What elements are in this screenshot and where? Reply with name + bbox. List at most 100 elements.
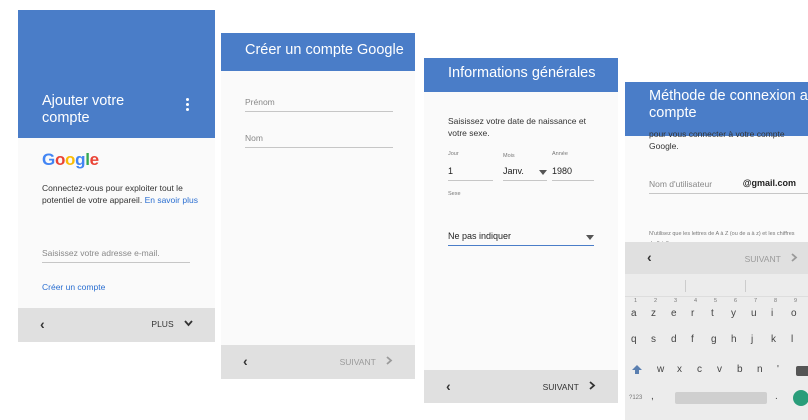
chevron-down-icon <box>184 320 193 327</box>
day-value: 1 <box>448 166 454 176</box>
page-title: Informations générales <box>448 65 596 81</box>
key-letter: o <box>791 308 797 319</box>
key-z[interactable]: 2z <box>651 296 665 326</box>
first-name-field[interactable]: Prénom <box>245 97 393 112</box>
key-row-1: 1a 2z 3e 4r 5t 6y 7u 8i 9o <box>625 296 808 326</box>
email-field[interactable]: Saisissez votre adresse e-mail. <box>42 248 190 263</box>
key-c[interactable]: c <box>697 364 702 375</box>
key-r[interactable]: 4r <box>691 296 705 326</box>
key-x[interactable]: x <box>677 364 682 375</box>
key-j[interactable]: j <box>751 334 753 345</box>
key-comma[interactable]: , <box>651 391 654 402</box>
key-l[interactable]: l <box>791 334 793 345</box>
year-label: Année <box>552 151 568 157</box>
symbols-key[interactable]: ?123 <box>629 395 642 401</box>
app-bar: Informations générales <box>424 58 618 92</box>
key-k[interactable]: k <box>771 334 776 345</box>
dropdown-icon <box>586 235 594 240</box>
gender-select[interactable]: Ne pas indiquer <box>448 231 594 246</box>
backspace-icon[interactable] <box>796 366 808 376</box>
next-button[interactable]: SUIVANT <box>543 381 596 392</box>
next-button[interactable]: SUIVANT <box>745 253 798 264</box>
key-w[interactable]: w <box>657 364 664 375</box>
suggestion-strip <box>625 274 808 297</box>
enter-icon[interactable] <box>793 390 808 406</box>
back-button[interactable]: ‹ <box>243 353 248 369</box>
first-name-placeholder: Prénom <box>245 97 275 107</box>
next-label: SUIVANT <box>744 254 781 264</box>
key-letter: u <box>751 308 757 319</box>
screen-add-account: Ajouter votre compte Google Connectez-vo… <box>18 10 215 342</box>
page-title: Méthode de connexion au compte <box>649 88 808 121</box>
key-s[interactable]: s <box>651 334 656 345</box>
key-h[interactable]: h <box>731 334 737 345</box>
key-num: 2 <box>654 298 658 304</box>
email-placeholder: Saisissez votre adresse e-mail. <box>42 248 160 258</box>
key-num: 5 <box>714 298 718 304</box>
key-i[interactable]: 8i <box>771 296 785 326</box>
key-f[interactable]: f <box>691 334 694 345</box>
key-num: 1 <box>634 298 638 304</box>
create-account-link[interactable]: Créer un compte <box>42 281 105 293</box>
key-apostrophe[interactable]: ' <box>777 364 779 375</box>
key-letter: y <box>731 308 736 319</box>
more-vert-icon[interactable] <box>186 98 189 111</box>
key-num: 6 <box>734 298 738 304</box>
chevron-right-icon <box>386 356 393 365</box>
space-bar[interactable] <box>675 392 767 404</box>
username-placeholder: Nom d'utilisateur <box>649 179 713 189</box>
key-e[interactable]: 3e <box>671 296 685 326</box>
page-title: Créer un compte Google <box>245 42 404 58</box>
back-button[interactable]: ‹ <box>446 378 451 394</box>
key-num: 9 <box>794 298 798 304</box>
key-letter: i <box>771 308 774 319</box>
screen-create-account: Créer un compte Google Prénom Nom ‹ SUIV… <box>221 33 415 379</box>
key-letter: z <box>651 308 656 319</box>
key-g[interactable]: g <box>711 334 717 345</box>
description-text: Connectez-vous pour exploiter tout le po… <box>42 182 202 206</box>
key-row-3: w x c v b n ' <box>625 364 808 384</box>
screen-sign-in-method: Méthode de connexion au compte pour vous… <box>625 82 808 420</box>
next-label: SUIVANT <box>339 357 376 367</box>
key-a[interactable]: 1a <box>631 296 645 326</box>
month-label: Mois <box>503 153 515 159</box>
next-button[interactable]: SUIVANT <box>340 356 393 367</box>
key-n[interactable]: n <box>757 364 763 375</box>
next-label: SUIVANT <box>542 382 579 392</box>
keyboard: 1a 2z 3e 4r 5t 6y 7u 8i 9o q s d f g h j… <box>625 274 808 420</box>
footer-bar: ‹ SUIVANT <box>221 345 415 379</box>
key-o[interactable]: 9o <box>791 296 805 326</box>
page-title: Ajouter votre compte <box>42 93 125 126</box>
more-button[interactable]: PLUS <box>151 319 193 329</box>
key-d[interactable]: d <box>671 334 677 345</box>
gender-label: Sexe <box>448 191 461 197</box>
key-t[interactable]: 5t <box>711 296 725 326</box>
app-bar: Ajouter votre compte <box>18 10 215 138</box>
more-label: PLUS <box>151 319 174 329</box>
key-v[interactable]: v <box>717 364 722 375</box>
back-button[interactable]: ‹ <box>647 249 652 265</box>
back-button[interactable]: ‹ <box>40 316 45 332</box>
instruction-text: Saisissez votre date de naissance et vot… <box>448 116 586 138</box>
gender-value: Ne pas indiquer <box>448 231 512 241</box>
shift-icon[interactable] <box>631 364 643 376</box>
partial-text: pour vous connecter à votre compte Googl… <box>649 129 785 151</box>
footer-bar: ‹ PLUS <box>18 308 215 342</box>
day-field[interactable]: 1 <box>448 166 493 181</box>
key-num: 4 <box>694 298 698 304</box>
key-letter: e <box>671 308 677 319</box>
key-u[interactable]: 7u <box>751 296 765 326</box>
key-b[interactable]: b <box>737 364 743 375</box>
month-select[interactable]: Janv. <box>503 166 547 181</box>
learn-more-link[interactable]: En savoir plus <box>145 195 198 205</box>
google-logo: Google <box>42 150 99 169</box>
key-letter: r <box>691 308 695 319</box>
key-q[interactable]: q <box>631 334 637 345</box>
key-num: 3 <box>674 298 678 304</box>
year-field[interactable]: 1980 <box>552 166 594 181</box>
last-name-field[interactable]: Nom <box>245 133 393 148</box>
username-field[interactable]: Nom d'utilisateur @gmail.com <box>649 178 808 194</box>
footer-bar: ‹ SUIVANT <box>424 370 618 403</box>
key-y[interactable]: 6y <box>731 296 745 326</box>
key-period[interactable]: . <box>775 391 778 402</box>
